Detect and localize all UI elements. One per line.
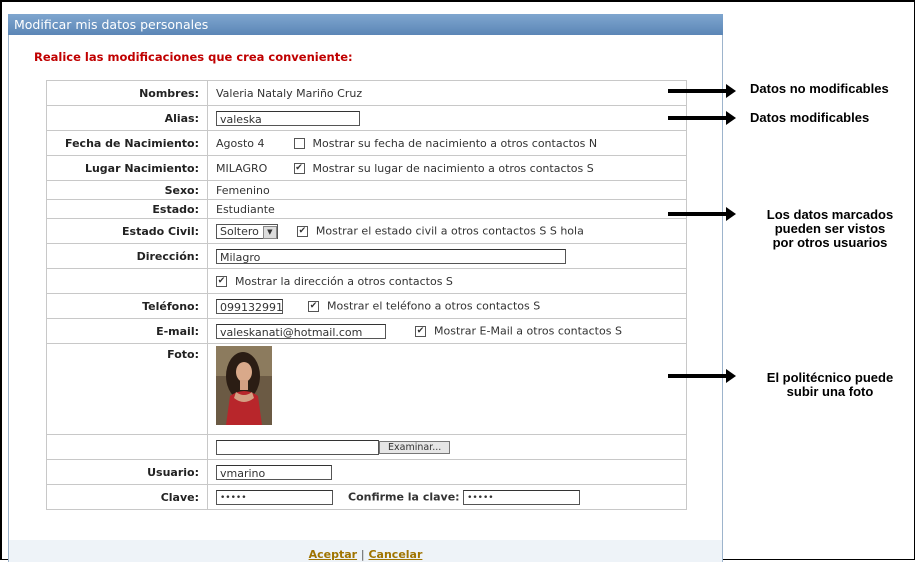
row-clave: Clave: ••••• Confirme la clave: •••••: [46, 484, 687, 510]
row-usuario: Usuario: vmarino: [46, 459, 687, 485]
row-nombres: Nombres: Valeria Nataly Mariño Cruz: [46, 80, 687, 106]
annotation-modificables: Datos modificables: [750, 110, 870, 125]
estado-civil-check-label: Mostrar el estado civil a otros contacto…: [315, 224, 584, 237]
accept-link[interactable]: Aceptar: [309, 548, 357, 561]
arrow-right-icon: [668, 369, 736, 383]
annotation-foto: El politécnico puede subir una foto: [745, 371, 915, 399]
fecha-label: Fecha de Nacimiento:: [46, 130, 208, 156]
row-estado-civil: Estado Civil: Soltero ▼ ✔ Mostrar el estad…: [46, 218, 687, 244]
personal-data-form: Nombres: Valeria Nataly Mariño Cruz Alia…: [46, 80, 687, 510]
sexo-label: Sexo:: [46, 180, 208, 200]
row-direccion-check: ✔ Mostrar la dirección a otros contactos …: [46, 268, 687, 294]
nombres-label: Nombres:: [46, 80, 208, 106]
profile-photo: [216, 346, 272, 425]
fecha-checkbox[interactable]: [293, 138, 305, 149]
lugar-checkbox[interactable]: ✔: [293, 163, 305, 174]
clave-label: Clave:: [46, 484, 208, 510]
arrow-right-icon: [668, 84, 736, 98]
cancel-link[interactable]: Cancelar: [368, 548, 422, 561]
panel-title: Modificar mis datos personales: [8, 14, 723, 35]
annotation-marcados-line1: Los datos marcados: [766, 207, 894, 222]
email-checkbox[interactable]: ✔: [415, 325, 426, 337]
usuario-label: Usuario:: [46, 459, 208, 485]
foto-label: Foto:: [46, 343, 208, 435]
annotation-foto-line1: El politécnico puede: [766, 370, 894, 385]
alias-input[interactable]: valeska: [216, 110, 360, 126]
telefono-input[interactable]: 099132991: [216, 298, 283, 314]
annotation-no-modificables: Datos no modificables: [750, 81, 889, 96]
estado-civil-select[interactable]: Soltero ▼: [216, 223, 278, 239]
row-email: E-mail: valeskanati@hotmail.com ✔ Mostrar…: [46, 318, 687, 344]
actions-separator: |: [360, 548, 365, 561]
annotation-marcados-line2: pueden ser vistos: [774, 221, 886, 236]
fecha-check-label: Mostrar su fecha de nacimiento a otros c…: [312, 136, 598, 150]
estado-civil-label: Estado Civil:: [46, 218, 208, 244]
alias-label: Alias:: [46, 105, 208, 131]
direccion-input[interactable]: Milagro: [216, 248, 566, 264]
lugar-label: Lugar Nacimiento:: [46, 155, 208, 181]
row-foto: Foto:: [46, 343, 687, 435]
lugar-check-label: Mostrar su lugar de nacimiento a otros c…: [312, 161, 594, 175]
row-direccion: Dirección: Milagro: [46, 243, 687, 269]
form-subtitle: Realice las modificaciones que crea conv…: [34, 50, 353, 64]
form-footer: Aceptar | Cancelar: [9, 540, 722, 562]
row-lugar: Lugar Nacimiento: MILAGRO ✔ Mostrar su lu…: [46, 155, 687, 181]
telefono-check-label: Mostrar el teléfono a otros contactos S: [327, 299, 541, 312]
usuario-input[interactable]: vmarino: [216, 464, 332, 480]
confirm-password-input[interactable]: •••••: [463, 489, 581, 505]
fecha-value: Agosto 4: [216, 136, 265, 150]
password-input[interactable]: •••••: [216, 489, 333, 505]
row-fecha: Fecha de Nacimiento: Agosto 4 Mostrar su…: [46, 130, 687, 156]
form-actions: Aceptar | Cancelar: [9, 548, 722, 561]
row-alias: Alias: valeska: [46, 105, 687, 131]
confirm-password-label: Confirme la clave:: [348, 490, 460, 503]
arrow-right-icon: [668, 207, 736, 221]
estado-value: Estudiante: [207, 199, 687, 219]
annotation-foto-line2: subir una foto: [786, 384, 874, 399]
estado-civil-checkbox[interactable]: ✔: [296, 225, 308, 237]
lugar-value: MILAGRO: [216, 161, 268, 175]
direccion-check-label: Mostrar la dirección a otros contactos S: [235, 274, 453, 288]
row-telefono: Teléfono: 099132991 ✔ Mostrar el teléfono…: [46, 293, 687, 319]
estado-civil-selected: Soltero: [220, 224, 259, 238]
email-check-label: Mostrar E-Mail a otros contactos S: [434, 324, 622, 337]
row-estado: Estado: Estudiante: [46, 199, 687, 219]
row-sexo: Sexo: Femenino: [46, 180, 687, 200]
direccion-checkbox[interactable]: ✔: [216, 276, 227, 287]
browse-button[interactable]: Examinar...: [379, 440, 451, 454]
direccion-label: Dirección:: [46, 243, 208, 269]
arrow-right-icon: [668, 111, 736, 125]
sexo-value: Femenino: [207, 180, 687, 200]
email-input[interactable]: valeskanati@hotmail.com: [216, 323, 386, 339]
foto-file-input[interactable]: [216, 439, 379, 455]
telefono-label: Teléfono:: [46, 293, 208, 319]
annotation-marcados-line3: por otros usuarios: [772, 235, 888, 250]
estado-label: Estado:: [46, 199, 208, 219]
nombres-value: Valeria Nataly Mariño Cruz: [207, 80, 687, 106]
email-label: E-mail:: [46, 318, 208, 344]
telefono-checkbox[interactable]: ✔: [308, 300, 319, 312]
row-foto-upload: Examinar...: [46, 434, 687, 460]
chevron-down-icon[interactable]: ▼: [262, 225, 277, 239]
annotation-datos-marcados: Los datos marcados pueden ser vistos por…: [745, 208, 915, 250]
